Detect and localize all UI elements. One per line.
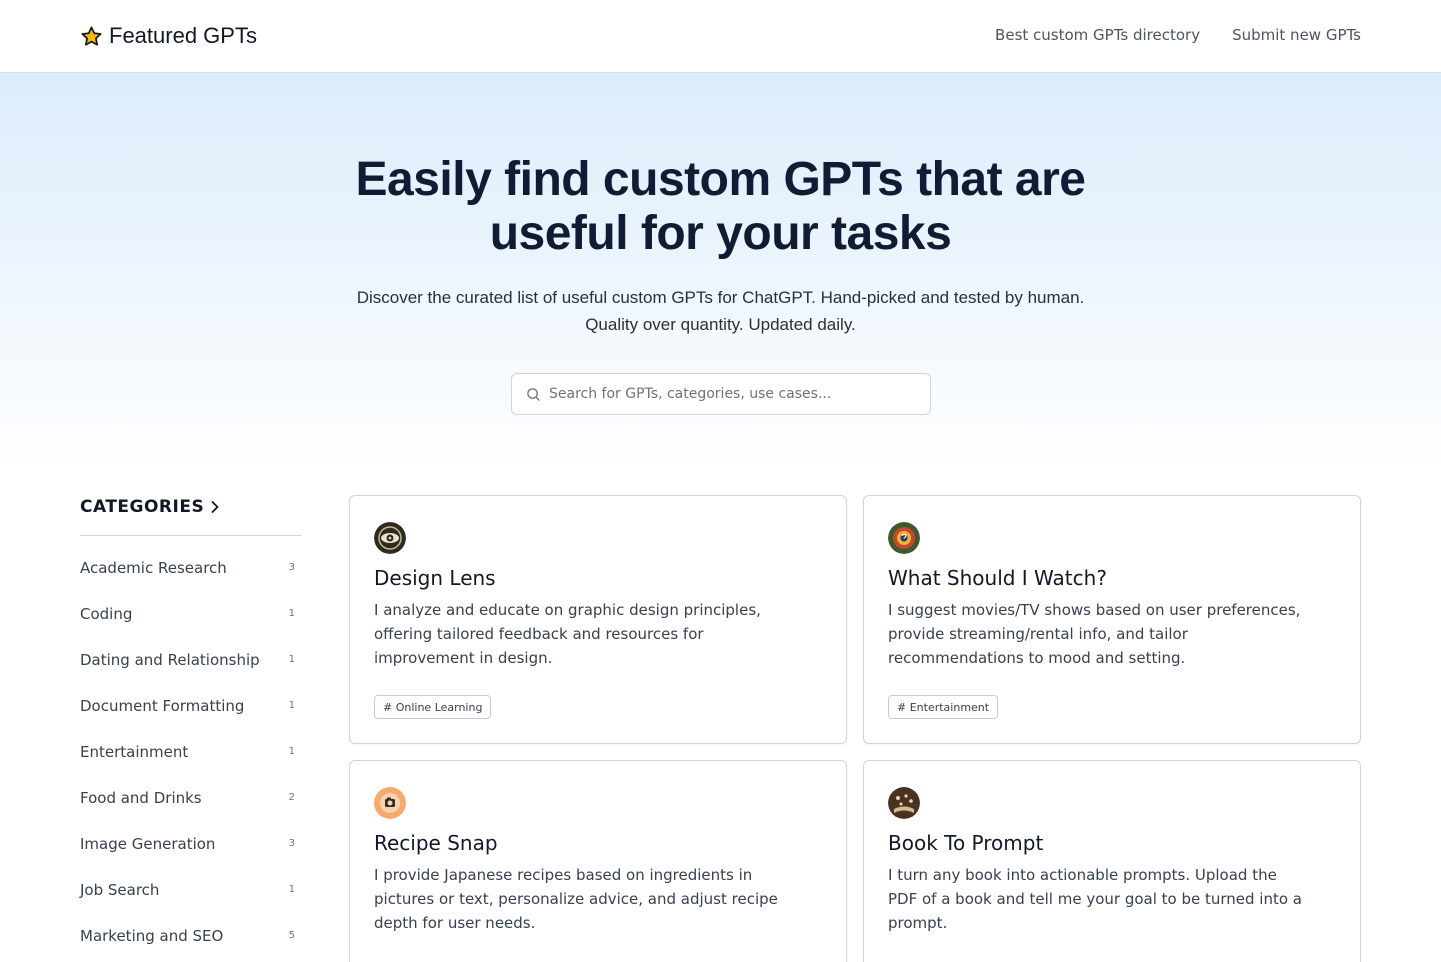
category-count: 1 bbox=[288, 654, 295, 665]
top-navigation-bar: Featured GPTs Best custom GPTs directory… bbox=[0, 0, 1441, 73]
category-name: Document Formatting bbox=[80, 697, 245, 715]
category-name: Dating and Relationship bbox=[80, 651, 260, 669]
divider bbox=[80, 535, 301, 536]
brand-logo[interactable]: Featured GPTs bbox=[80, 22, 257, 50]
category-name: Job Search bbox=[80, 881, 160, 899]
category-count: 1 bbox=[288, 884, 295, 895]
category-name: Marketing and SEO bbox=[80, 927, 224, 945]
nav-link-directory[interactable]: Best custom GPTs directory bbox=[995, 26, 1200, 44]
gpt-card-recipe-snap[interactable]: Recipe Snap I provide Japanese recipes b… bbox=[349, 760, 847, 962]
category-item-job-search[interactable]: Job Search 1 bbox=[80, 879, 296, 925]
category-item-academic-research[interactable]: Academic Research 3 bbox=[80, 557, 296, 603]
card-description: I analyze and educate on graphic design … bbox=[374, 601, 761, 667]
what-should-i-watch-icon bbox=[888, 522, 920, 554]
recipe-snap-icon bbox=[374, 787, 406, 819]
category-count: 1 bbox=[288, 746, 295, 757]
search-icon bbox=[526, 387, 541, 402]
category-item-food-and-drinks[interactable]: Food and Drinks 2 bbox=[80, 787, 296, 833]
card-title: What Should I Watch? bbox=[888, 566, 1107, 590]
category-count: 1 bbox=[288, 700, 295, 711]
category-item-dating-and-relationship[interactable]: Dating and Relationship 1 bbox=[80, 649, 296, 695]
category-item-document-formatting[interactable]: Document Formatting 1 bbox=[80, 695, 296, 741]
hero-section: Easily find custom GPTs that are useful … bbox=[0, 73, 1441, 473]
category-count: 3 bbox=[288, 562, 295, 573]
star-icon bbox=[80, 25, 103, 48]
gpt-card-book-to-prompt[interactable]: Book To Prompt I turn any book into acti… bbox=[863, 760, 1361, 962]
design-lens-icon bbox=[374, 522, 406, 554]
search-input[interactable] bbox=[549, 386, 909, 402]
hero-title: Easily find custom GPTs that are useful … bbox=[355, 153, 1086, 260]
category-count: 1 bbox=[288, 608, 295, 619]
nav-link-submit[interactable]: Submit new GPTs bbox=[1232, 26, 1361, 44]
gpt-card-design-lens[interactable]: Design Lens I analyze and educate on gra… bbox=[349, 495, 847, 744]
card-description: I provide Japanese recipes based on ingr… bbox=[374, 866, 778, 932]
category-name: Coding bbox=[80, 605, 133, 623]
gpt-card-what-should-i-watch[interactable]: What Should I Watch? I suggest movies/TV… bbox=[863, 495, 1361, 744]
card-title: Design Lens bbox=[374, 566, 496, 590]
brand-name: Featured GPTs bbox=[109, 23, 257, 48]
category-count: 5 bbox=[288, 930, 295, 941]
hero-subtitle-line-1: Discover the curated list of useful cust… bbox=[356, 288, 1085, 307]
category-count: 3 bbox=[288, 838, 295, 849]
card-tag[interactable]: # Entertainment bbox=[888, 695, 999, 719]
category-item-entertainment[interactable]: Entertainment 1 bbox=[80, 741, 296, 787]
category-item-image-generation[interactable]: Image Generation 3 bbox=[80, 833, 296, 879]
card-title: Recipe Snap bbox=[374, 831, 498, 855]
hero-subtitle-line-2: Quality over quantity. Updated daily. bbox=[585, 315, 856, 334]
card-description: I turn any book into actionable prompts.… bbox=[888, 866, 1302, 932]
category-item-coding[interactable]: Coding 1 bbox=[80, 603, 296, 649]
category-count: 2 bbox=[288, 792, 295, 803]
hero-subtitle: Discover the curated list of useful cust… bbox=[320, 284, 1121, 338]
card-description: I suggest movies/TV shows based on user … bbox=[888, 601, 1301, 667]
chevron-right-icon bbox=[210, 500, 220, 514]
categories-heading[interactable]: CATEGORIES bbox=[80, 497, 220, 517]
category-name: Academic Research bbox=[80, 559, 227, 577]
header-nav: Best custom GPTs directory Submit new GP… bbox=[995, 26, 1361, 44]
category-list: Academic Research 3 Coding 1 Dating and … bbox=[80, 557, 296, 962]
category-name: Food and Drinks bbox=[80, 789, 202, 807]
card-tag[interactable]: # Online Learning bbox=[374, 695, 492, 719]
category-item-marketing-and-seo[interactable]: Marketing and SEO 5 bbox=[80, 925, 296, 962]
book-to-prompt-icon bbox=[888, 787, 920, 819]
search-box[interactable] bbox=[511, 373, 931, 415]
categories-heading-label: CATEGORIES bbox=[80, 497, 205, 517]
category-name: Entertainment bbox=[80, 743, 189, 761]
category-name: Image Generation bbox=[80, 835, 216, 853]
card-title: Book To Prompt bbox=[888, 831, 1044, 855]
